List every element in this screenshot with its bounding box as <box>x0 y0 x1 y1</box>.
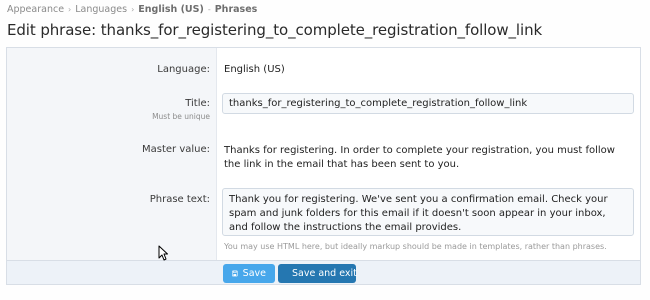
title-label: Title: <box>185 98 210 109</box>
phrase-text-textarea[interactable]: Thank you for registering. We've sent yo… <box>222 188 634 236</box>
title-input[interactable]: thanks_for_registering_to_complete_regis… <box>222 93 634 114</box>
mouse-cursor-icon <box>158 245 168 261</box>
save-icon <box>232 270 238 277</box>
language-value: English (US) <box>224 64 285 75</box>
breadcrumb-appearance[interactable]: Appearance <box>7 4 64 15</box>
label-column <box>7 48 217 262</box>
save-and-exit-button-label: Save and exit <box>292 268 357 279</box>
breadcrumb: Appearance › Languages › English (US) - … <box>7 4 257 15</box>
chevron-right-icon: › <box>68 5 72 14</box>
breadcrumb-phrases[interactable]: Phrases <box>215 4 258 15</box>
language-label: Language: <box>157 64 210 75</box>
title-hint: Must be unique <box>152 112 210 121</box>
master-value-text: Thanks for registering. In order to comp… <box>224 145 615 170</box>
save-button-label: Save <box>242 268 266 279</box>
breadcrumb-english-us[interactable]: English (US) <box>138 4 204 15</box>
phrase-text-explain: You may use HTML here, but ideally marku… <box>224 242 607 251</box>
breadcrumb-languages[interactable]: Languages <box>75 4 127 15</box>
form-submit-row: Save Save and exit <box>7 260 640 284</box>
breadcrumb-dash: - <box>207 5 211 14</box>
edit-phrase-form: Language: English (US) Title: Must be un… <box>6 47 641 285</box>
phrase-text-label: Phrase text: <box>149 194 210 205</box>
chevron-right-icon: › <box>131 5 135 14</box>
save-button[interactable]: Save <box>223 264 275 283</box>
save-and-exit-button[interactable]: Save and exit <box>278 264 357 283</box>
master-value-label: Master value: <box>141 144 210 155</box>
page-title: Edit phrase: thanks_for_registering_to_c… <box>7 21 543 39</box>
